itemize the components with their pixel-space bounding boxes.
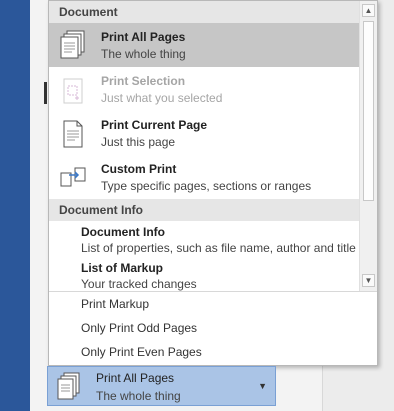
menu-item-print-current-page[interactable]: Print Current Page Just this page (49, 111, 359, 155)
menu-item-desc: Your tracked changes (81, 277, 197, 291)
menu-item-desc: Type specific pages, sections or ranges (101, 179, 312, 193)
menu-item-only-even-pages[interactable]: Only Print Even Pages (49, 340, 377, 364)
all-pages-icon (56, 372, 82, 402)
menu-item-desc: Just this page (101, 135, 176, 149)
print-options-list: Print Markup Only Print Odd Pages Only P… (49, 291, 377, 364)
selection-icon (59, 74, 87, 106)
menu-item-label: Print Current Page (101, 118, 208, 132)
menu-item-only-odd-pages[interactable]: Only Print Odd Pages (49, 316, 377, 340)
section-header-document-info: Document Info (49, 199, 359, 221)
menu-item-print-markup[interactable]: Print Markup (49, 292, 377, 316)
custom-print-icon (59, 162, 87, 194)
chevron-down-icon: ▼ (258, 381, 267, 391)
current-page-icon (59, 118, 87, 150)
menu-item-label: Print All Pages (101, 30, 186, 44)
scrollbar-thumb[interactable] (363, 21, 374, 201)
menu-item-print-selection[interactable]: Print Selection Just what you selected (49, 67, 359, 111)
menu-item-desc: The whole thing (101, 47, 186, 61)
section-header-document: Document (49, 1, 359, 23)
menu-scroll-area: Document Print All Pages The whole thing (49, 1, 359, 291)
print-scope-menu: Document Print All Pages The whole thing (48, 0, 378, 366)
all-pages-icon (59, 30, 87, 62)
menu-item-label: Print Selection (101, 74, 186, 88)
menu-item-label: List of Markup (81, 261, 164, 275)
menu-item-print-all-pages[interactable]: Print All Pages The whole thing (49, 23, 359, 67)
scroll-up-arrow-icon[interactable]: ▲ (362, 4, 375, 17)
dropdown-selected-desc: The whole thing (96, 389, 181, 403)
menu-item-list-of-markup[interactable]: List of Markup Your tracked changes (49, 257, 359, 291)
backstage-nav-strip (0, 0, 30, 411)
dropdown-selected-label: Print All Pages (96, 371, 175, 385)
menu-item-custom-print[interactable]: Custom Print Type specific pages, sectio… (49, 155, 359, 199)
menu-item-desc: Just what you selected (101, 91, 223, 105)
scroll-down-arrow-icon[interactable]: ▼ (362, 274, 375, 287)
menu-item-label: Custom Print (101, 162, 177, 176)
menu-scrollbar[interactable]: ▲ ▼ (359, 1, 377, 291)
print-scope-dropdown[interactable]: Print All Pages The whole thing ▼ (47, 366, 276, 406)
menu-item-desc: List of properties, such as file name, a… (81, 241, 356, 255)
background-marker (44, 82, 47, 104)
menu-item-label: Document Info (81, 225, 165, 239)
menu-item-document-info[interactable]: Document Info List of properties, such a… (49, 221, 359, 257)
